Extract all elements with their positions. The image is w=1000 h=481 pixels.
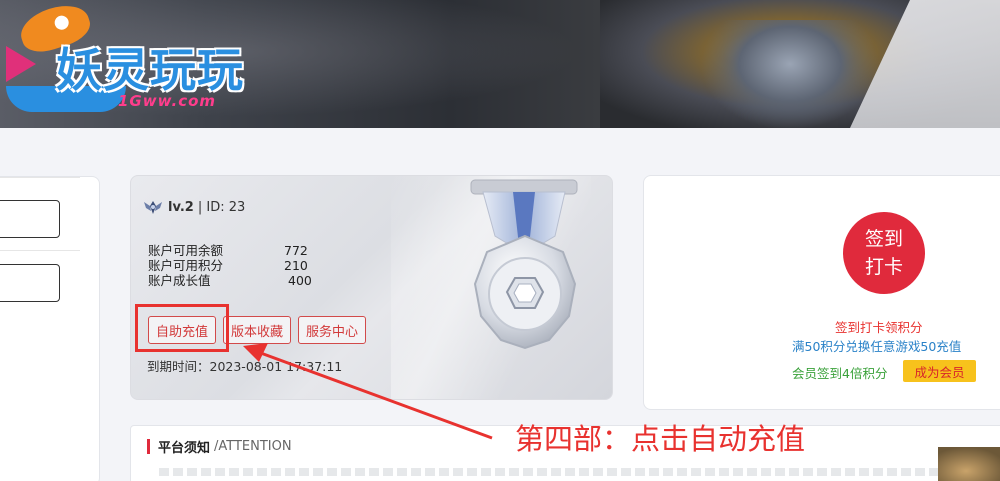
stat-value: 210 bbox=[284, 258, 308, 273]
medal-icon bbox=[470, 179, 578, 350]
divider bbox=[0, 177, 80, 178]
stat-label: 账户成长值 bbox=[148, 273, 211, 288]
site-logo[interactable]: 妖灵玩玩 1Gww.com bbox=[6, 0, 266, 112]
header-banner: 妖灵玩玩 1Gww.com bbox=[0, 0, 1000, 128]
notice-content-faint bbox=[159, 468, 989, 476]
notice-title-text: 平台须知 bbox=[158, 441, 211, 456]
account-card: lv.2 | ID: 23 账户可用余额 772 账户可用积分 210 账户成长… bbox=[130, 175, 613, 400]
signin-card: 签到 打卡 签到打卡领积分 满50积分兑换任意游戏50充值 会员签到4倍积分 成… bbox=[643, 175, 1000, 410]
wing-badge-icon bbox=[144, 201, 162, 214]
logo-flag-icon bbox=[6, 46, 36, 82]
login-input-1[interactable] bbox=[0, 200, 60, 238]
signin-info-points: 签到打卡领积分 bbox=[835, 320, 923, 335]
corner-thumbnail bbox=[938, 447, 1000, 481]
user-id-text: | ID: 23 bbox=[197, 199, 246, 215]
logo-domain: 1Gww.com bbox=[118, 92, 217, 110]
account-stats: 账户可用余额 772 账户可用积分 210 账户成长值 400 bbox=[148, 243, 312, 288]
stat-growth: 账户成长值 400 bbox=[148, 273, 312, 288]
signin-info-exchange: 满50积分兑换任意游戏50充值 bbox=[792, 339, 962, 354]
login-input-2[interactable] bbox=[0, 264, 60, 302]
version-favorite-button[interactable]: 版本收藏 bbox=[223, 316, 292, 344]
become-vip-button[interactable]: 成为会员 bbox=[903, 360, 976, 382]
level-row: lv.2 | ID: 23 bbox=[143, 198, 245, 216]
stat-label: 账户可用余额 bbox=[148, 243, 224, 258]
notice-title: 平台须知 /ATTENTION bbox=[147, 437, 292, 456]
stat-value: 772 bbox=[284, 243, 308, 258]
annotation-text: 第四部：点击自动充值 bbox=[515, 422, 806, 456]
divider bbox=[0, 250, 80, 251]
signin-line2: 打卡 bbox=[864, 256, 903, 278]
stat-label: 账户可用积分 bbox=[148, 258, 224, 273]
notice-accent-bar bbox=[147, 439, 150, 454]
signin-button[interactable]: 签到 打卡 bbox=[843, 212, 925, 294]
stat-balance: 账户可用余额 772 bbox=[148, 243, 312, 258]
notice-title-en: /ATTENTION bbox=[214, 439, 292, 454]
stat-points: 账户可用积分 210 bbox=[148, 258, 312, 273]
signin-info-vip: 会员签到4倍积分 bbox=[792, 366, 888, 381]
stat-value: 400 bbox=[288, 273, 312, 288]
signin-line1: 签到 bbox=[864, 228, 903, 250]
logo-title: 妖灵玩玩 bbox=[56, 43, 244, 97]
service-center-button[interactable]: 服务中心 bbox=[298, 316, 367, 344]
level-text: lv.2 bbox=[168, 199, 194, 215]
highlight-box bbox=[135, 304, 229, 352]
banner-armor-art bbox=[700, 20, 880, 128]
expire-time: 到期时间：2023-08-01 17:37:11 bbox=[147, 359, 343, 374]
